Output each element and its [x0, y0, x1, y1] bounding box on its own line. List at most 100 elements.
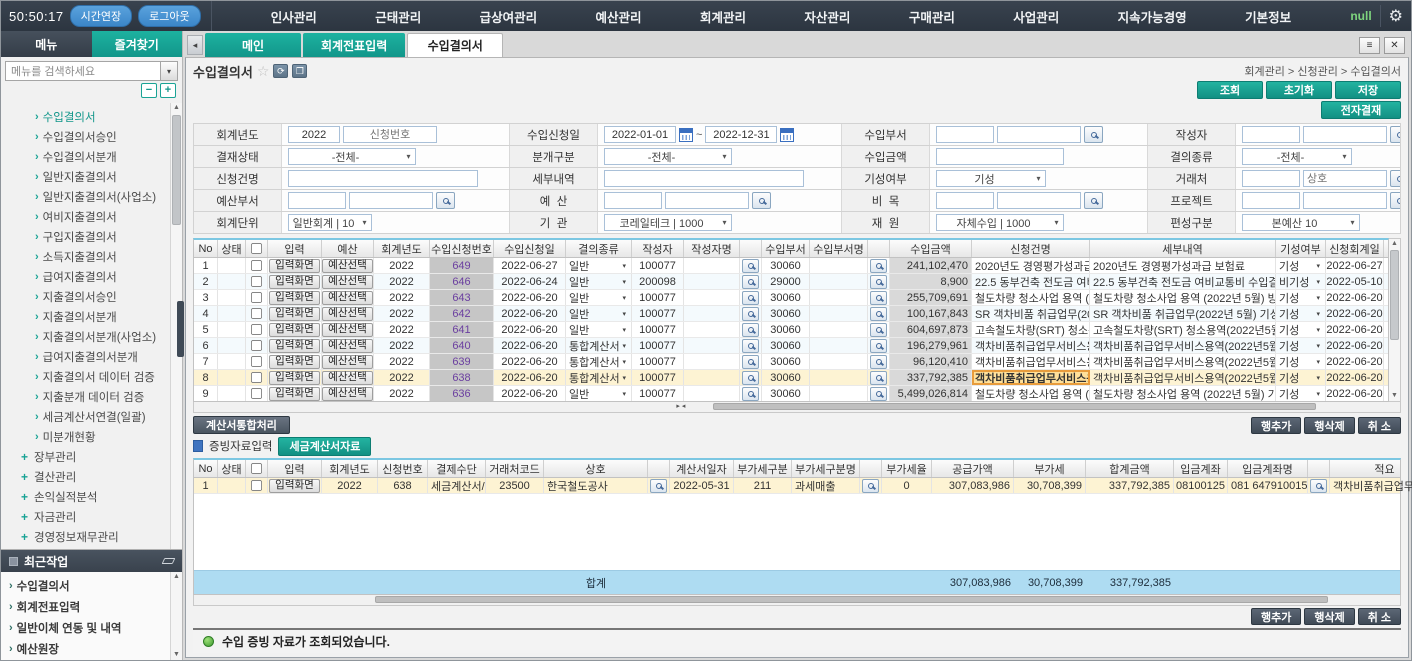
grid-cell[interactable]: 9 [194, 386, 218, 401]
cell-button[interactable]: 입력화면 [269, 479, 320, 493]
grid-cell[interactable]: 객차비품취급업무서비스용역(2022년5월) 기성 [1090, 354, 1276, 369]
grid-cell[interactable]: 255,709,691 [890, 290, 972, 305]
grid-cell[interactable]: 30060 [762, 338, 810, 353]
scroll-thumb[interactable] [713, 403, 1316, 410]
row-checkbox[interactable] [251, 308, 262, 319]
grid-cell[interactable] [246, 478, 268, 493]
sidebar-group[interactable]: +경영정보재무관리 [1, 527, 170, 547]
grid-cell[interactable]: 2020년도 경영평가성과급 ... [972, 258, 1090, 273]
sidebar-item[interactable]: ›지출결의서 데이터 검증 [1, 367, 170, 387]
recent-item[interactable]: ›일반이체 연동 및 내역 [1, 617, 170, 638]
cell-button[interactable]: 예산선택 [322, 307, 373, 321]
grid-cell[interactable] [740, 306, 762, 321]
grid-cell[interactable]: 100077 [632, 322, 684, 337]
grid-cell[interactable]: 예산선택 [322, 290, 374, 305]
search-button[interactable] [742, 339, 759, 353]
scroll-up-icon[interactable] [171, 572, 182, 582]
grid-cell[interactable] [246, 322, 268, 337]
taxinvoice-button[interactable]: 세금계산서자료 [278, 437, 371, 456]
sidebar-group[interactable]: +부가세자료관리 [1, 547, 170, 549]
sidebar-item[interactable]: ›지출분개 데이터 검증 [1, 387, 170, 407]
invoice-merge-button[interactable]: 계산서통합처리 [193, 416, 290, 434]
grid-cell[interactable]: 96,120,410 [890, 354, 972, 369]
grid-cell[interactable] [868, 338, 890, 353]
grid-cell[interactable] [740, 338, 762, 353]
grid-cell[interactable]: 객차비품취급업무서비스용... [1330, 478, 1412, 493]
query-button[interactable]: 조회 [1197, 81, 1263, 99]
text-input[interactable] [288, 170, 478, 187]
grid-cell[interactable] [246, 290, 268, 305]
search-button[interactable] [742, 291, 759, 305]
search-button[interactable] [870, 355, 887, 369]
grid1-add-row-button[interactable]: 행추가 [1251, 417, 1301, 434]
sidebar-item[interactable]: ›수입결의서승인 [1, 127, 170, 147]
select-dropdown[interactable]: 코레일테크 | 1000▾ [604, 214, 732, 231]
grid-cell[interactable]: 22.5 동부건축 전도금 여비교통비 수입결의(착... [1090, 274, 1276, 289]
text-input[interactable] [665, 192, 749, 209]
extend-time-button[interactable]: 시간연장 [70, 5, 132, 27]
grid-cell[interactable]: 객차비품취급업무서비스용... [972, 354, 1090, 369]
grid-cell[interactable]: 2022-06-24 [494, 274, 566, 289]
grid-cell[interactable]: 30060 [762, 258, 810, 273]
recent-item[interactable]: ›수입결의서 [1, 575, 170, 596]
grid-cell[interactable] [246, 370, 268, 385]
grid-cell[interactable]: 기성▾ [1276, 354, 1326, 369]
grid-cell[interactable] [868, 322, 890, 337]
cell-button[interactable]: 예산선택 [322, 275, 373, 289]
search-button[interactable] [1390, 192, 1400, 209]
sidebar-item[interactable]: ›수입결의서분개 [1, 147, 170, 167]
grid-cell[interactable]: 081 647910015... [1228, 478, 1308, 493]
search-button[interactable] [870, 275, 887, 289]
text-input[interactable] [1303, 170, 1387, 187]
grid-cell[interactable]: 세금계산서/... [428, 478, 486, 493]
grid-cell[interactable]: 예산선택 [322, 258, 374, 273]
grid-cell[interactable]: 241,102,470 [890, 258, 972, 273]
grid1-delete-row-button[interactable]: 행삭제 [1304, 417, 1354, 434]
grid-cell[interactable]: 100077 [632, 370, 684, 385]
grid-cell[interactable] [740, 274, 762, 289]
grid-cell[interactable]: 636 [430, 386, 494, 401]
grid2-delete-row-button[interactable]: 행삭제 [1304, 608, 1354, 625]
grid-cell[interactable]: 한국철도공사 [544, 478, 648, 493]
select-dropdown[interactable]: -전체-▾ [1242, 148, 1352, 165]
row-checkbox[interactable] [251, 372, 262, 383]
select-dropdown[interactable]: 자체수입 | 1000▾ [936, 214, 1064, 231]
grid-cell[interactable]: 2 [194, 274, 218, 289]
grid-cell[interactable]: 예산선택 [322, 322, 374, 337]
topbar-menu-item[interactable]: 기본정보 [1245, 7, 1291, 26]
grid-cell[interactable]: 2022-06-20 [1326, 322, 1384, 337]
text-input[interactable] [604, 126, 676, 143]
sidebar-item[interactable]: ›일반지출결의서(사업소) [1, 187, 170, 207]
search-button[interactable] [742, 275, 759, 289]
grid-cell[interactable]: 통합계산서▾ [566, 354, 632, 369]
grid-cell[interactable] [810, 338, 868, 353]
grid-cell[interactable]: 638 [430, 370, 494, 385]
grid-cell[interactable]: 30060 [762, 290, 810, 305]
grid-cell[interactable]: 2022-06-20 [494, 290, 566, 305]
grid-cell[interactable] [1308, 478, 1330, 493]
grid-cell[interactable]: 100077 [632, 338, 684, 353]
search-button[interactable] [742, 355, 759, 369]
search-button[interactable] [870, 323, 887, 337]
grid-cell[interactable]: 객차비품취급업무서비스용... [972, 338, 1090, 353]
grid-cell[interactable] [810, 258, 868, 273]
search-button[interactable] [870, 307, 887, 321]
grid-cell[interactable]: 100,167,843 [890, 306, 972, 321]
sidebar-item[interactable]: ›여비지출결의서 [1, 207, 170, 227]
grid-cell[interactable]: 일반▾ [566, 322, 632, 337]
grid-cell[interactable]: 30,708,399 [1014, 478, 1086, 493]
sidebar-group[interactable]: +손익실적분석 [1, 487, 170, 507]
grid-cell[interactable] [684, 386, 740, 401]
grid-cell[interactable] [868, 354, 890, 369]
scroll-thumb[interactable] [1390, 250, 1399, 340]
cell-button[interactable]: 입력화면 [269, 371, 320, 385]
grid-cell[interactable]: 100077 [632, 290, 684, 305]
grid-cell[interactable] [868, 386, 890, 401]
grid-cell[interactable]: 일반▾ [566, 290, 632, 305]
scroll-thumb[interactable] [375, 596, 1328, 603]
cell-button[interactable]: 예산선택 [322, 291, 373, 305]
grid-cell[interactable]: 통합계산서▾ [566, 370, 632, 385]
grid-cell[interactable] [684, 258, 740, 273]
grid-cell[interactable]: 5 [194, 322, 218, 337]
grid-cell[interactable]: 30060 [762, 306, 810, 321]
